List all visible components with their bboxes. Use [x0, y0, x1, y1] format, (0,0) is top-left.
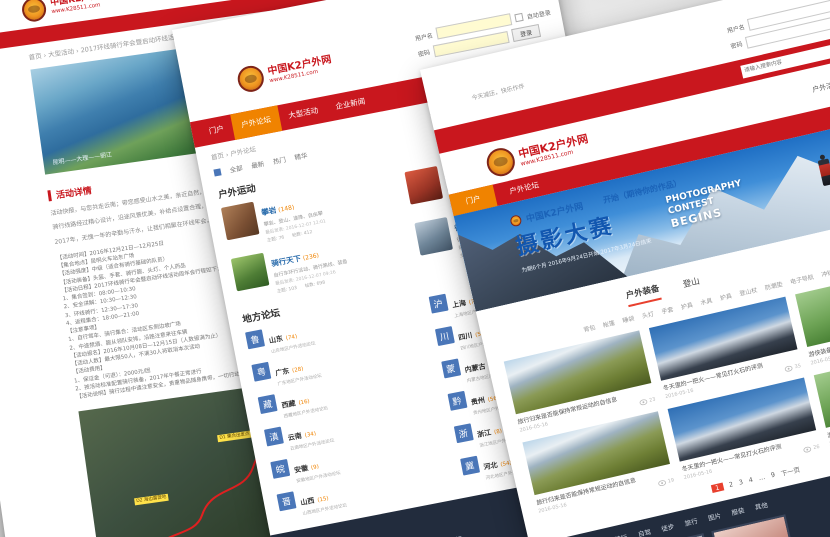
pagination-item[interactable]: 2	[728, 480, 734, 489]
site-logo[interactable]: 中国K2户外网 www.K28511.com	[236, 50, 335, 94]
filter-link[interactable]: 精华	[294, 150, 309, 162]
login-button[interactable]: 登录	[511, 24, 541, 42]
pagination-item[interactable]: 下一页	[780, 464, 801, 478]
province-badge: 川	[434, 326, 454, 346]
card-views: 23	[639, 397, 656, 407]
forum-thumbnail	[414, 217, 453, 256]
climber-figure	[818, 158, 830, 186]
section-accent-bar	[47, 190, 52, 201]
card-views: 26	[803, 444, 820, 454]
province-badge: 鲁	[245, 329, 265, 349]
k2-monkey-logo-icon	[484, 145, 518, 179]
header-link[interactable]: 户外活动	[811, 79, 830, 95]
province-badge: 蒙	[441, 359, 461, 379]
gear-filter-link[interactable]: 睡袋	[621, 313, 635, 324]
highlights-tab[interactable]: 图片	[707, 510, 722, 523]
province-badge: 藏	[258, 394, 278, 414]
province-badge: 粤	[251, 362, 271, 382]
content-tab[interactable]: 户外装备	[625, 282, 662, 307]
forum-thumbnail	[221, 202, 260, 241]
highlights-tab[interactable]: 旅行	[684, 515, 699, 528]
pagination-item[interactable]: 3	[738, 478, 744, 487]
forum-thumbnail	[231, 253, 270, 292]
province-badge: 皖	[270, 459, 290, 479]
province-badge: 晋	[277, 491, 297, 511]
filter-link[interactable]: 热门	[272, 154, 287, 166]
highlights-tab[interactable]: 地方论坛	[436, 533, 463, 537]
password-label: 密码	[730, 39, 744, 50]
highlights-tab[interactable]: 自驾	[637, 526, 652, 537]
highlights-tab[interactable]: 服装	[730, 504, 745, 517]
filter-checkbox[interactable]	[213, 168, 221, 176]
content-tab[interactable]: 登山	[682, 275, 702, 294]
card-views: 35	[784, 363, 801, 373]
gear-filter-link[interactable]: 手套	[660, 304, 674, 315]
gear-filter-link[interactable]: 水具	[699, 295, 713, 306]
gear-filter-link[interactable]: 防潮垫	[764, 279, 784, 292]
k2-monkey-logo-icon	[236, 64, 266, 94]
eye-icon	[639, 398, 648, 406]
pagination-item[interactable]: …	[758, 473, 766, 482]
gear-filter-link[interactable]: 帐篷	[602, 318, 616, 329]
province-badge: 滇	[264, 427, 284, 447]
eye-icon	[803, 446, 812, 454]
card-views: 19	[658, 477, 675, 487]
auto-login-checkbox[interactable]	[514, 13, 523, 22]
gear-filter-link[interactable]: 冲锋衣裤	[820, 265, 830, 279]
site-slogan: 今天减压，快乐作伴	[471, 81, 526, 102]
pagination-item[interactable]: 1	[711, 483, 725, 494]
breadcrumb[interactable]: 首页 › 户外论坛	[210, 143, 257, 162]
k2-monkey-logo-icon	[21, 0, 48, 23]
gear-filter-link[interactable]: 炉具	[719, 291, 733, 302]
gear-filter-link[interactable]: 护具	[680, 300, 694, 311]
filter-link[interactable]: 最新	[250, 158, 265, 170]
collage-stage: 中国K2户外网 www.K28511.com 门户户外论坛大型活动企业新闻 首页…	[0, 0, 830, 537]
highlights-tab[interactable]: 徒步	[660, 521, 675, 534]
eye-icon	[784, 365, 793, 373]
province-badge: 沪	[428, 294, 448, 314]
filter-link[interactable]: 全部	[229, 162, 244, 174]
k2-monkey-logo-icon	[509, 214, 522, 227]
province-badge: 冀	[460, 456, 480, 476]
highlights-tab[interactable]: 骑行	[613, 531, 628, 537]
password-label: 密码	[417, 47, 431, 58]
gear-filter-link[interactable]: 电子导航	[789, 272, 814, 286]
province-badge: 黔	[447, 391, 467, 411]
highlights-tab[interactable]: 其他	[754, 499, 769, 512]
gear-filter-link[interactable]: 头灯	[641, 309, 655, 320]
pagination-item[interactable]: 9	[770, 471, 776, 480]
username-label: 用户名	[726, 22, 746, 35]
section-title: 活动详情	[55, 183, 92, 201]
eye-icon	[658, 479, 667, 487]
poster-line2: 昆明——大理——丽江	[52, 149, 113, 166]
forum-thumbnail	[404, 166, 443, 205]
username-label: 用户名	[414, 30, 433, 42]
gear-filter-link[interactable]: 背包	[582, 322, 596, 333]
gear-filter-link[interactable]: 登山杖	[738, 285, 758, 298]
pagination-item[interactable]: 4	[748, 476, 754, 485]
auto-login-label: 自动登录	[526, 7, 551, 20]
province-badge: 浙	[453, 423, 473, 443]
